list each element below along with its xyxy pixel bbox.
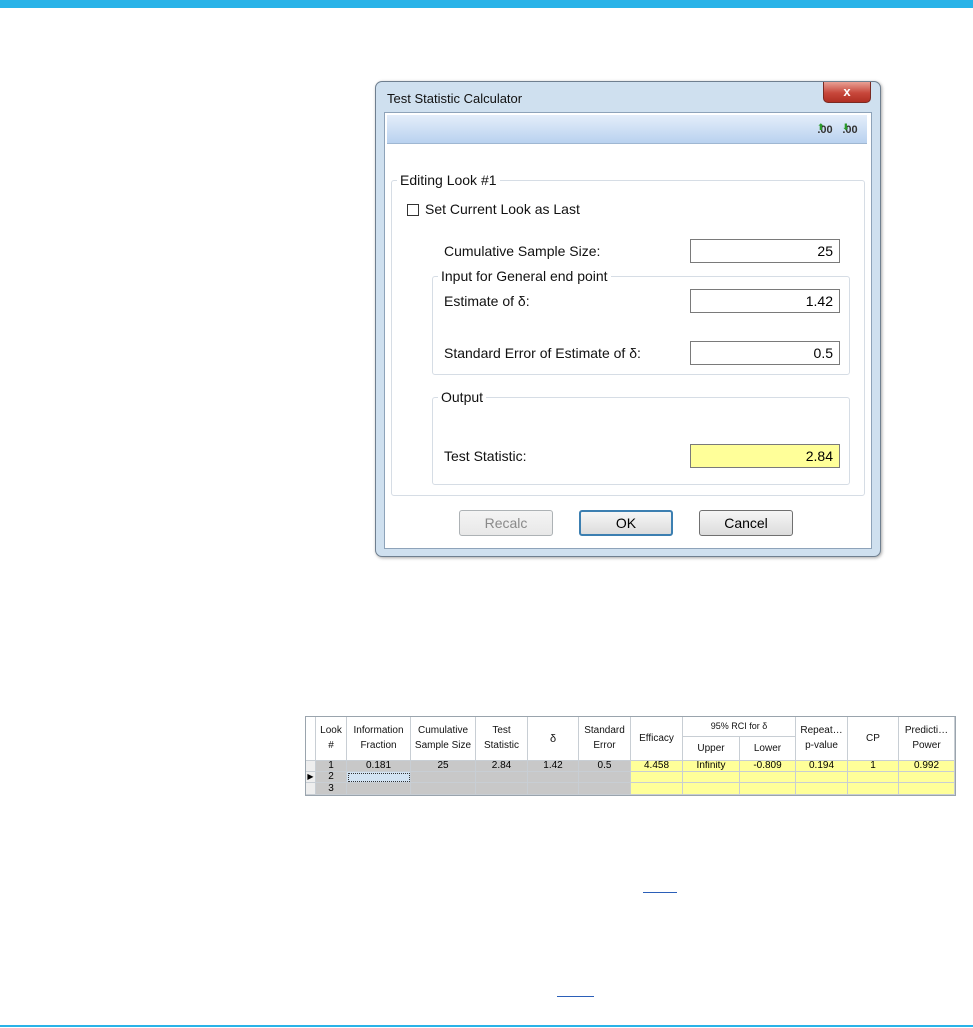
header-efficacy: Efficacy: [631, 717, 683, 761]
header-cumulative-sample-size: Cumulative Sample Size: [411, 717, 476, 761]
cumulative-sample-size-label: Cumulative Sample Size:: [444, 243, 601, 259]
dialog-client-area: ⬆ .00 ⬇ .00 Editing Look #1 Set Current Lo…: [384, 112, 872, 549]
table-cell[interactable]: 0.5: [579, 761, 631, 772]
header-repeat-p-value: Repeat… p-value: [796, 717, 848, 761]
row-selector[interactable]: [306, 761, 316, 772]
std-error-field[interactable]: 0.5: [690, 341, 840, 365]
recalc-button[interactable]: Recalc: [459, 510, 553, 536]
table-cell: [740, 783, 796, 795]
dialog-title: Test Statistic Calculator: [387, 91, 523, 106]
table-cell: [683, 772, 740, 783]
test-statistic-calculator-dialog: Test Statistic Calculator x ⬆ .00 ⬇ .00 Ed…: [375, 81, 881, 557]
header-predictive-power: Predicti… Power: [899, 717, 955, 761]
table-cell: Infinity: [683, 761, 740, 772]
estimate-delta-label: Estimate of δ:: [444, 293, 530, 309]
input-group-legend: Input for General end point: [438, 268, 611, 284]
editing-look-legend: Editing Look #1: [397, 172, 500, 188]
table-cell[interactable]: [528, 772, 579, 783]
table-cell: -0.809: [740, 761, 796, 772]
set-current-look-checkbox[interactable]: [407, 204, 419, 216]
header-standard-error: Standard Error: [579, 717, 631, 761]
output-group: Output Test Statistic: 2.84: [432, 389, 850, 485]
table-cell[interactable]: [579, 783, 631, 795]
decrease-decimals-icon[interactable]: ⬇ .00: [840, 121, 860, 139]
table-cell: 0.194: [796, 761, 848, 772]
cumulative-sample-size-field[interactable]: 25: [690, 239, 840, 263]
ok-button[interactable]: OK: [579, 510, 673, 536]
table-cell: [848, 783, 899, 795]
hyperlink-underline[interactable]: [557, 996, 594, 997]
table-cell: [899, 783, 955, 795]
table-cell: [796, 772, 848, 783]
hyperlink-underline[interactable]: [643, 892, 677, 893]
table-cell: 1: [848, 761, 899, 772]
header-lower: Lower: [740, 737, 796, 761]
table-cell: 1: [316, 761, 347, 772]
header-test-statistic: Test Statistic: [476, 717, 528, 761]
table-cell: 4.458: [631, 761, 683, 772]
row-selector[interactable]: [306, 783, 316, 795]
table-cell[interactable]: 25: [411, 761, 476, 772]
header-rci-group: 95% RCI for δ: [683, 717, 796, 737]
header-cp: CP: [848, 717, 899, 761]
set-current-look-label: Set Current Look as Last: [425, 201, 580, 217]
table-cell[interactable]: [528, 783, 579, 795]
table-cell: [740, 772, 796, 783]
table-cell: [848, 772, 899, 783]
table-cell[interactable]: 0.181: [347, 761, 411, 772]
test-statistic-output: 2.84: [690, 444, 840, 468]
header-look: Look #: [316, 717, 347, 761]
table-cell: 0.992: [899, 761, 955, 772]
input-general-endpoint-group: Input for General end point Estimate of …: [432, 268, 850, 375]
table-cell: [631, 783, 683, 795]
increase-decimals-icon[interactable]: ⬆ .00: [815, 121, 835, 139]
cancel-button[interactable]: Cancel: [699, 510, 793, 536]
current-row-marker-icon[interactable]: ▶: [306, 772, 316, 783]
table-cell[interactable]: 2.84: [476, 761, 528, 772]
table-cell[interactable]: [579, 772, 631, 783]
table-cell[interactable]: [476, 783, 528, 795]
page-top-accent-bar: [0, 0, 973, 8]
table-cell-selected[interactable]: [347, 772, 411, 783]
table-cell: [631, 772, 683, 783]
dialog-toolbar: ⬆ .00 ⬇ .00: [387, 115, 867, 144]
std-error-label: Standard Error of Estimate of δ:: [444, 345, 641, 361]
table-cell: [683, 783, 740, 795]
look-results-grid: Look # Information Fraction Cumulative Samp…: [305, 716, 956, 796]
table-cell: [796, 783, 848, 795]
table-cell[interactable]: [476, 772, 528, 783]
header-upper: Upper: [683, 737, 740, 761]
output-group-legend: Output: [438, 389, 487, 405]
table-cell[interactable]: 1.42: [528, 761, 579, 772]
test-statistic-label: Test Statistic:: [444, 448, 527, 464]
close-icon: x: [843, 84, 851, 99]
editing-look-group: Editing Look #1 Set Current Look as Last…: [391, 172, 865, 496]
estimate-delta-field[interactable]: 1.42: [690, 289, 840, 313]
table-cell: 3: [316, 783, 347, 795]
table-cell[interactable]: [347, 783, 411, 795]
page-bottom-accent-line: [0, 1025, 973, 1027]
grid-corner: [306, 717, 316, 761]
table-cell[interactable]: [411, 783, 476, 795]
table-cell[interactable]: [411, 772, 476, 783]
table-cell: [899, 772, 955, 783]
close-button[interactable]: x: [823, 82, 871, 103]
table-cell: 2: [316, 772, 347, 783]
header-information-fraction: Information Fraction: [347, 717, 411, 761]
header-delta: δ: [528, 717, 579, 761]
